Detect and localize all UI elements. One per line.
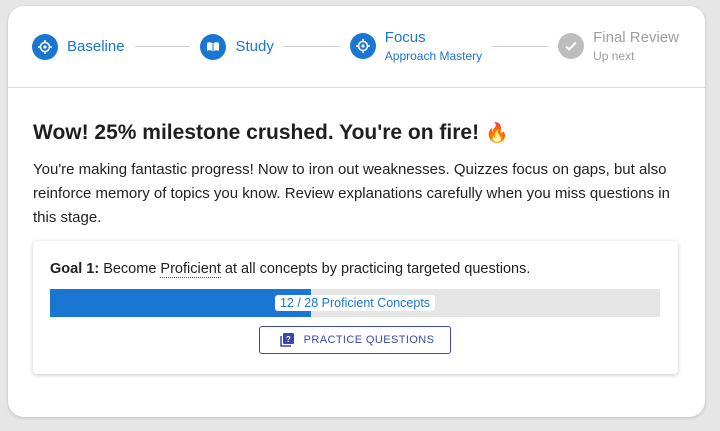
fire-icon: 🔥	[484, 123, 509, 144]
goal-label: Goal 1:	[50, 261, 100, 277]
content-area: Wow! 25% milestone crushed. You're on fi…	[8, 120, 705, 230]
step-text: Focus Approach Mastery	[385, 29, 482, 63]
step-text: Final Review Up next	[593, 29, 679, 63]
step-sublabel: Up next	[593, 49, 635, 64]
target-icon	[349, 33, 376, 60]
step-study[interactable]: Study	[200, 33, 274, 60]
progress-stepper: Baseline Study Focus Approach Mastery Fi…	[8, 6, 705, 88]
goal-text-before: Become	[103, 261, 157, 277]
step-label: Focus	[384, 29, 426, 47]
step-connector	[492, 46, 549, 47]
crosshair-icon	[32, 33, 58, 60]
step-label: Study	[235, 38, 274, 55]
check-icon	[558, 33, 585, 60]
step-focus[interactable]: Focus Approach Mastery	[349, 29, 482, 63]
book-icon	[200, 33, 227, 60]
step-connector	[134, 46, 191, 47]
practice-button-label: PRACTICE QUESTIONS	[303, 334, 435, 346]
goal-text-after: at all concepts by practicing targeted q…	[224, 261, 531, 277]
step-final-review[interactable]: Final Review Up next	[558, 29, 679, 63]
practice-questions-button[interactable]: ? PRACTICE QUESTIONS	[258, 326, 452, 354]
milestone-heading: Wow! 25% milestone crushed. You're on fi…	[33, 120, 705, 146]
button-row: ? PRACTICE QUESTIONS	[50, 326, 660, 354]
goal-card: Goal 1: Become Proficient at all concept…	[33, 241, 678, 374]
progress-fill	[50, 289, 312, 317]
heading-text: Wow! 25% milestone crushed. You're on fi…	[33, 121, 480, 144]
milestone-description: You're making fantastic progress! Now to…	[33, 160, 670, 226]
step-sublabel: Approach Mastery	[384, 49, 483, 64]
milestone-card: Baseline Study Focus Approach Mastery Fi…	[8, 6, 705, 417]
proficient-term[interactable]: Proficient	[160, 261, 221, 278]
svg-text:?: ?	[286, 335, 291, 344]
quiz-icon: ?	[279, 333, 294, 347]
step-label: Baseline	[67, 38, 125, 55]
goal-text: Goal 1: Become Proficient at all concept…	[50, 261, 660, 278]
step-label: Final Review	[593, 29, 679, 47]
step-baseline[interactable]: Baseline	[32, 33, 125, 60]
progress-label: 12 / 28 Proficient Concepts	[274, 295, 436, 311]
step-connector	[283, 46, 340, 47]
progress-bar: 12 / 28 Proficient Concepts	[50, 289, 660, 317]
